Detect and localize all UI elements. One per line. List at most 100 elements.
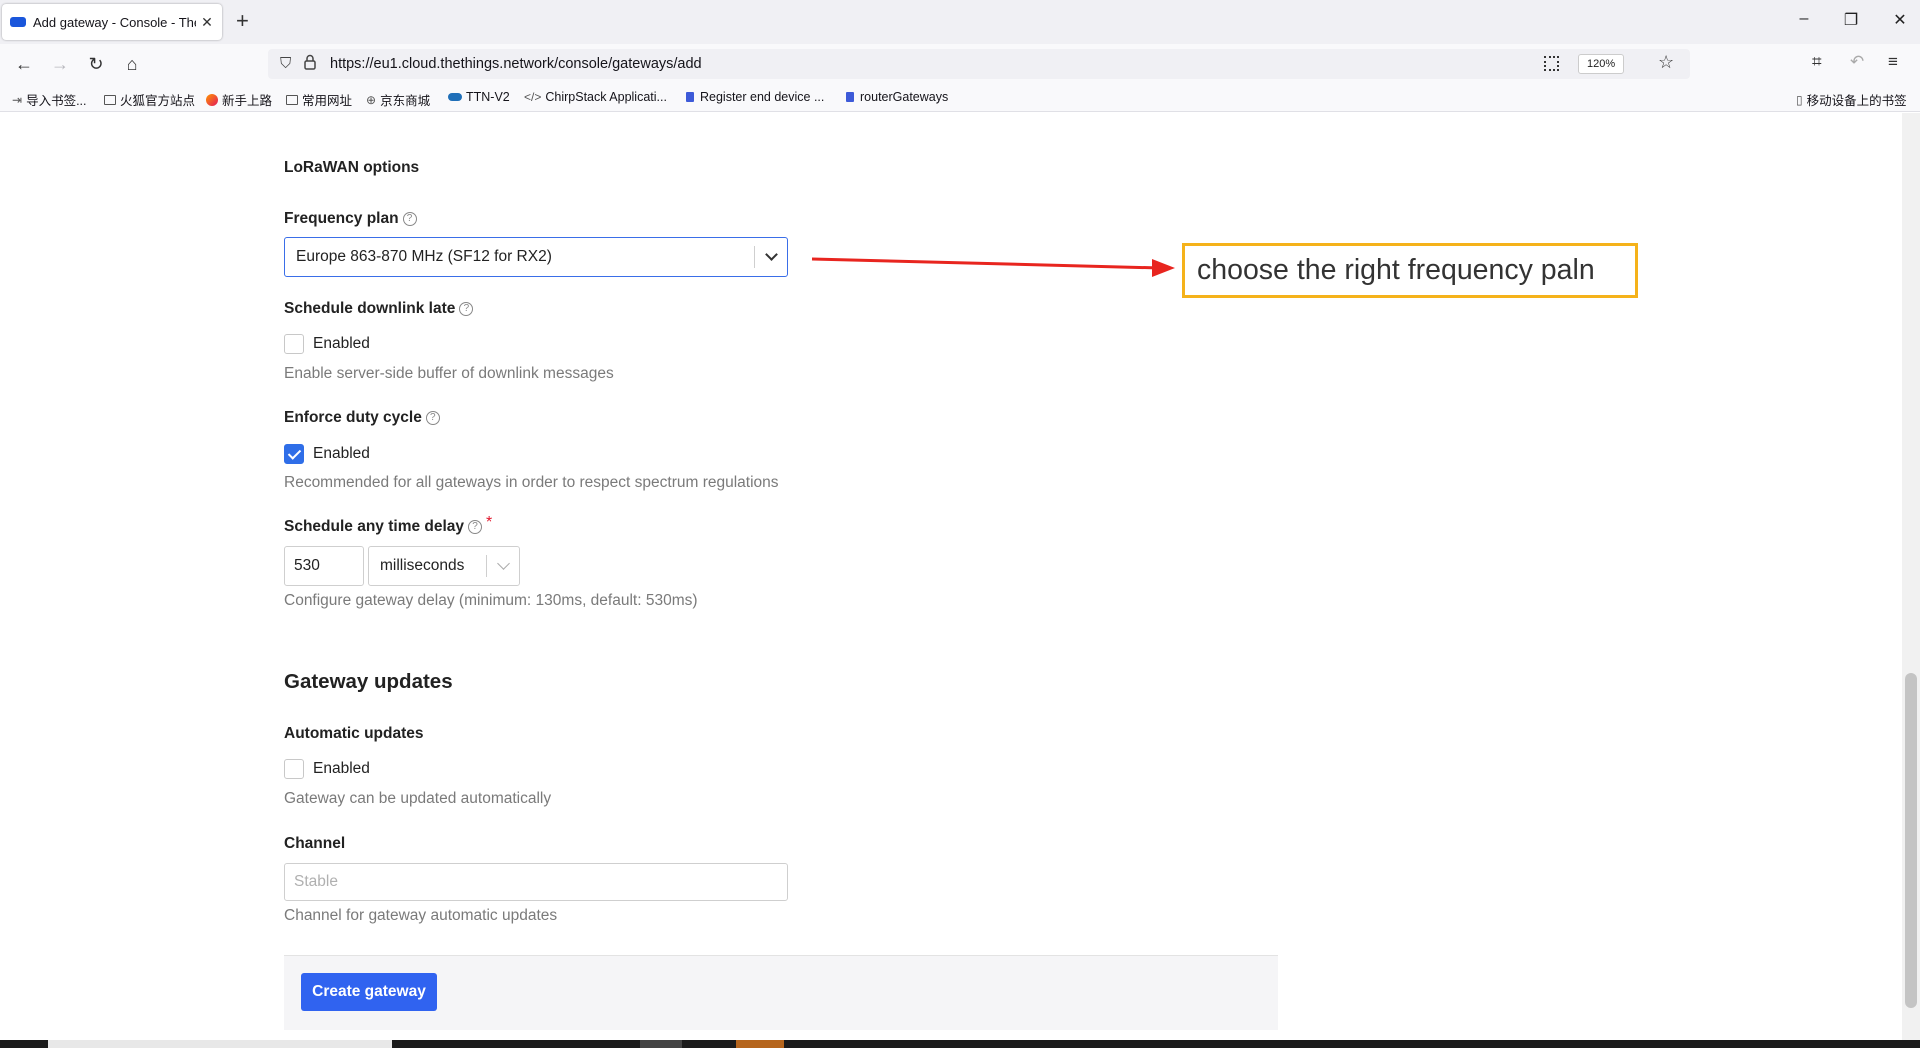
channel-label-text: Channel (284, 835, 346, 852)
chevron-down-icon[interactable] (755, 238, 787, 276)
delay-unit-select[interactable]: milliseconds (368, 546, 520, 586)
create-gateway-button[interactable]: Create gateway (301, 973, 437, 1011)
chevron-down-icon[interactable] (487, 547, 519, 585)
schedule-downlink-late-checkbox[interactable] (284, 334, 304, 354)
browser-tab[interactable]: Add gateway - Console - The ✕ (2, 4, 222, 40)
lorawan-options-title: LoRaWAN options (284, 159, 420, 176)
close-window-icon[interactable]: ✕ (1890, 10, 1910, 30)
bookmark-label: 移动设备上的书签 (1806, 94, 1907, 108)
enforce-duty-cycle-label: Enforce duty cycle ? (284, 409, 440, 427)
bookmark-getting-started[interactable]: 新手上路 (206, 90, 272, 109)
bookmark-label: 导入书签... (26, 94, 87, 108)
menu-icon[interactable]: ≡ (1888, 52, 1898, 72)
home-icon[interactable]: ⌂ (120, 52, 144, 76)
schedule-any-time-delay-description: Configure gateway delay (minimum: 130ms,… (284, 592, 698, 609)
qr-code-icon[interactable] (1544, 56, 1559, 71)
automatic-updates-label: Automatic updates (284, 725, 424, 743)
taskbar-item[interactable] (736, 1040, 784, 1048)
page-content: LoRaWAN options Frequency plan ? Europe … (0, 113, 1902, 1040)
enforce-duty-cycle-checkbox[interactable] (284, 444, 304, 464)
page-icon (686, 92, 694, 102)
schedule-any-time-delay-label: Schedule any time delay ? * (284, 514, 492, 536)
chirpstack-icon: </> (524, 90, 542, 104)
annotation-callout: choose the right frequency paln (1182, 243, 1638, 298)
bookmark-firefox-site[interactable]: 火狐官方站点 (104, 90, 195, 109)
help-icon[interactable]: ? (468, 520, 483, 534)
folder-icon (286, 94, 298, 105)
channel-label: Channel (284, 835, 345, 853)
required-asterisk: * (486, 514, 493, 531)
restore-icon[interactable]: ❐ (1841, 10, 1861, 30)
gateway-updates-title: Gateway updates (284, 670, 453, 693)
bookmark-ttn-v2[interactable]: TTN-V2 (448, 90, 510, 104)
help-icon[interactable]: ? (425, 411, 440, 425)
enforce-duty-cycle-checkbox-row[interactable]: Enabled (284, 444, 370, 464)
page-scrollbar[interactable] (1902, 113, 1920, 1040)
frequency-plan-select[interactable]: Europe 863-870 MHz (SF12 for RX2) (284, 237, 788, 277)
import-icon: ⇥ (12, 92, 23, 107)
help-icon[interactable]: ? (402, 212, 417, 226)
mobile-icon: ▯ (1796, 92, 1803, 107)
channel-description: Channel for gateway automatic updates (284, 907, 558, 924)
help-icon[interactable]: ? (459, 302, 474, 316)
bookmark-router-gateways[interactable]: routerGateways (846, 90, 948, 104)
url-text: https://eu1.cloud.thethings.network/cons… (330, 56, 702, 72)
bookmark-import[interactable]: ⇥ 导入书签... (12, 90, 86, 109)
close-tab-icon[interactable]: ✕ (200, 14, 214, 31)
bookmark-jd[interactable]: ⊕ 京东商城 (366, 90, 430, 109)
automatic-updates-checkbox[interactable] (284, 759, 304, 779)
annotation-arrow (811, 257, 1175, 277)
tab-bar: Add gateway - Console - The ✕ + – ❐ ✕ (0, 0, 1920, 44)
zoom-level-badge[interactable]: 120% (1578, 54, 1625, 74)
forward-icon[interactable]: → (48, 52, 72, 76)
folder-icon (104, 94, 116, 105)
bookmark-common-sites[interactable]: 常用网址 (286, 90, 352, 109)
taskbar-item[interactable] (48, 1040, 392, 1048)
frequency-plan-label: Frequency plan ? (284, 210, 417, 228)
frequency-plan-label-text: Frequency plan (284, 210, 399, 227)
bookmark-label: TTN-V2 (466, 90, 510, 104)
ttn-favicon-icon (10, 17, 26, 27)
screenshot-icon[interactable]: ⌗ (1812, 52, 1822, 72)
schedule-downlink-late-checkbox-row[interactable]: Enabled (284, 334, 370, 354)
bookmark-label: 京东商城 (380, 94, 431, 108)
new-tab-icon[interactable]: + (236, 10, 249, 32)
bookmark-label: Register end device ... (700, 90, 825, 104)
automatic-updates-checkbox-row[interactable]: Enabled (284, 759, 370, 779)
delay-value-input[interactable]: 530 (284, 546, 364, 586)
checkbox-label: Enabled (313, 760, 370, 777)
mobile-bookmarks[interactable]: ▯ 移动设备上的书签 (1796, 90, 1907, 109)
bookmark-label: 火狐官方站点 (120, 94, 196, 108)
schedule-downlink-late-label: Schedule downlink late ? (284, 300, 474, 318)
schedule-downlink-late-label-text: Schedule downlink late (284, 300, 456, 317)
lock-icon[interactable] (304, 54, 316, 70)
frequency-plan-value: Europe 863-870 MHz (SF12 for RX2) (296, 248, 552, 265)
shield-icon[interactable]: ⛉ (280, 55, 291, 72)
cloud-icon (448, 93, 462, 101)
bookmark-star-icon[interactable]: ☆ (1658, 52, 1674, 73)
reload-icon[interactable]: ↻ (84, 52, 108, 76)
bookmark-label: routerGateways (860, 90, 949, 104)
taskbar-item[interactable] (640, 1040, 682, 1048)
scrollbar-thumb[interactable] (1905, 673, 1917, 1008)
schedule-downlink-late-description: Enable server-side buffer of downlink me… (284, 365, 614, 382)
channel-input[interactable]: Stable (284, 863, 788, 901)
firefox-icon (206, 93, 218, 106)
checkbox-label: Enabled (313, 445, 370, 462)
globe-icon: ⊕ (366, 92, 377, 107)
bookmark-register-end-device[interactable]: Register end device ... (686, 90, 824, 104)
address-bar[interactable]: ⛉ https://eu1.cloud.thethings.network/co… (268, 49, 1690, 79)
automatic-updates-description: Gateway can be updated automatically (284, 790, 552, 807)
back-icon[interactable]: ← (12, 52, 36, 76)
enforce-duty-cycle-label-text: Enforce duty cycle (284, 409, 422, 426)
navigation-toolbar: ← → ↻ ⌂ ⛉ https://eu1.cloud.thethings.ne… (0, 44, 1920, 84)
undo-icon[interactable]: ↶ (1850, 52, 1864, 72)
checkbox-label: Enabled (313, 335, 370, 352)
minimize-icon[interactable]: – (1794, 10, 1814, 28)
tab-title: Add gateway - Console - The (33, 14, 196, 30)
os-taskbar (0, 1040, 1920, 1048)
automatic-updates-label-text: Automatic updates (284, 725, 424, 742)
bookmark-label: 常用网址 (302, 94, 353, 108)
enforce-duty-cycle-description: Recommended for all gateways in order to… (284, 474, 779, 491)
bookmark-chirpstack[interactable]: </> ChirpStack Applicati... (524, 90, 667, 104)
